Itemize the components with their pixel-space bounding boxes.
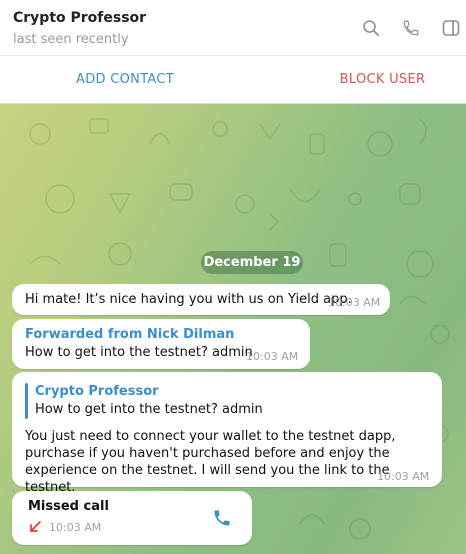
chat-header: Crypto Professor last seen recently [0,0,466,56]
forwarded-message-bubble[interactable]: Forwarded from Nick Dilman How to get in… [12,319,310,369]
reply-message-bubble[interactable]: Crypto Professor How to get into the tes… [12,372,442,495]
reply-author[interactable]: Crypto Professor [35,384,159,399]
add-contact-button[interactable]: ADD CONTACT [50,56,200,104]
message-bubble[interactable]: Hi mate! It’s nice having you with us on… [12,284,390,315]
message-time: 10:03 AM [246,350,299,363]
call-back-icon[interactable] [212,508,232,532]
date-badge: December 19 [201,251,303,274]
message-time: 10:03 AM [377,470,430,483]
message-time: 10:03 AM [328,296,381,309]
missed-call-bubble[interactable]: Missed call 10:03 AM [12,491,252,545]
message-text: Hi mate! It’s nice having you with us on… [25,292,352,307]
sidebar-toggle-icon[interactable] [441,18,461,38]
search-icon[interactable] [361,18,381,38]
missed-call-title: Missed call [28,499,109,514]
message-text: You just need to connect your wallet to … [25,429,396,495]
block-user-button[interactable]: BLOCK USER [305,56,460,104]
last-seen-status: last seen recently [13,32,129,47]
contact-actions-bar: ADD CONTACT BLOCK USER [0,56,466,104]
chat-title[interactable]: Crypto Professor [13,10,146,26]
missed-call-arrow-icon [28,520,42,538]
message-time: 10:03 AM [49,521,102,534]
message-text: How to get into the testnet? admin [25,345,253,360]
reply-quote-bar [25,383,28,419]
reply-quoted-text[interactable]: How to get into the testnet? admin [35,402,263,417]
forwarded-from-link[interactable]: Forwarded from Nick Dilman [25,327,234,342]
chat-area[interactable]: December 19 Hi mate! It’s nice having yo… [0,104,466,554]
phone-icon[interactable] [401,18,421,38]
